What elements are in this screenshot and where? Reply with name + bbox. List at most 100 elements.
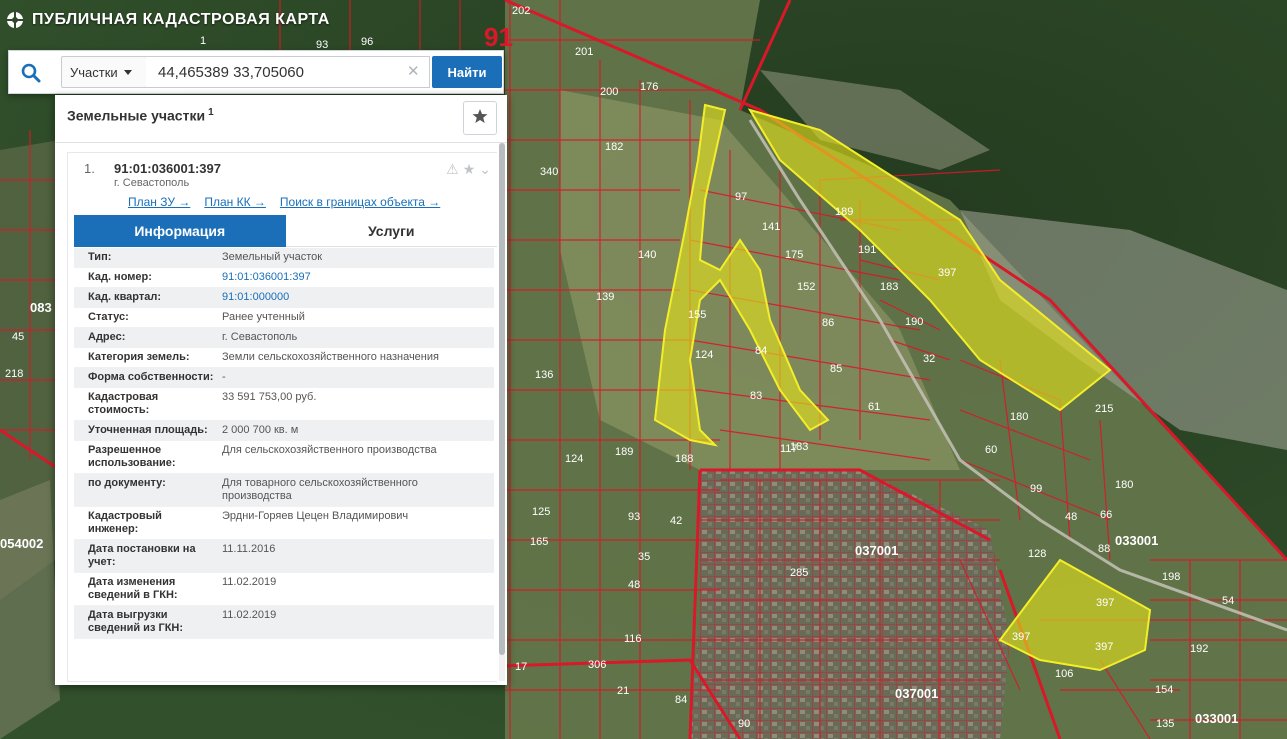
result-item-index: 1. (84, 161, 95, 176)
search-input[interactable] (146, 56, 430, 88)
plot-number-label: 188 (675, 453, 693, 465)
attr-value: Эрдни-Горяев Цецен Владимирович (222, 510, 409, 522)
attr-row-by-document: по документу: Для товарного сельскохозяйс… (74, 474, 494, 507)
plot-number-label: 200 (600, 86, 618, 98)
search-type-select[interactable]: Участки (61, 56, 147, 88)
attr-row-type: Тип: Земельный участок (74, 248, 494, 268)
plot-number-label: 124 (695, 349, 713, 361)
attr-row-ownership: Форма собственности: - (74, 368, 494, 388)
bottom-left-field (0, 480, 60, 739)
favorites-button[interactable] (463, 101, 497, 135)
panel-scrollbar-thumb[interactable] (499, 143, 505, 655)
plot-number-label: 190 (905, 316, 923, 328)
plot-number-label: 192 (1190, 643, 1208, 655)
plot-number-label: 340 (540, 166, 558, 178)
quarter-label: 033001 (1195, 711, 1238, 726)
plot-number-label: 155 (688, 309, 706, 321)
attr-label: Категория земель: (88, 351, 190, 363)
attr-value: 11.02.2019 (222, 576, 277, 588)
plot-number-label: 88 (1098, 543, 1110, 555)
plot-number-label: 35 (638, 551, 650, 563)
plot-number-label: 124 (565, 453, 583, 465)
plot-number-label: 116 (624, 633, 642, 645)
plan-kk-link[interactable]: План КК → (204, 195, 266, 209)
attr-label: Кад. номер: (88, 271, 152, 283)
attr-label: по документу: (88, 477, 166, 489)
quarter-label: 037001 (855, 543, 898, 558)
result-links: План ЗУ → План КК → Поиск в границах объ… (128, 195, 440, 209)
attr-label: Статус: (88, 311, 129, 323)
plot-number-label: 180 (1115, 479, 1133, 491)
attr-row-export-date: Дата выгрузки сведений из ГКН: 11.02.2019 (74, 606, 494, 639)
plot-number-label: 48 (1065, 511, 1077, 523)
result-item-actions: ⚠ ★ ⌄ (446, 161, 491, 178)
plot-number-label: 61 (868, 401, 880, 413)
plot-number-label: 86 (822, 317, 834, 329)
plot-number-label: 139 (596, 291, 614, 303)
chevron-down-icon[interactable]: ⌄ (479, 161, 491, 178)
search-in-bounds-link[interactable]: Поиск в границах объекта → (280, 195, 440, 209)
attr-value: 2 000 700 кв. м (222, 424, 299, 436)
plot-number-label: 176 (640, 81, 658, 93)
attr-label: Кадастровая стоимость: (88, 391, 159, 416)
attr-row-cad-number: Кад. номер: 91:01:036001:397 (74, 268, 494, 288)
plot-number-label: 128 (1028, 548, 1046, 560)
quarter-label: 054002 (0, 536, 43, 551)
clear-icon[interactable]: ✕ (407, 63, 420, 81)
plot-number-label: 202 (512, 5, 530, 17)
attr-row-address: Адрес: г. Севастополь (74, 328, 494, 348)
plot-number-label: 1 (200, 35, 206, 47)
attr-label: Уточненная площадь: (88, 424, 208, 436)
result-panel: Земельные участки 1 1. 91:01:036001:397 г… (55, 95, 507, 685)
attr-label: Кадастровый инженер: (88, 510, 162, 535)
attr-label: Дата постановки на учет: (88, 543, 196, 568)
attr-row-permitted-use: Разрешенное использование: Для сельскохоз… (74, 441, 494, 474)
attr-label: Кад. квартал: (88, 291, 162, 303)
plan-zu-link[interactable]: План ЗУ → (128, 195, 190, 209)
plot-number-label: 84 (755, 345, 767, 357)
plot-number-label: 218 (5, 368, 23, 380)
result-cad-number[interactable]: 91:01:036001:397 (114, 161, 221, 176)
tab-information[interactable]: Информация (74, 215, 286, 247)
attribute-table: Тип: Земельный участок Кад. номер: 91:01:0… (74, 248, 494, 680)
plot-number-label: 182 (605, 141, 623, 153)
result-city: г. Севастополь (114, 177, 190, 189)
warning-icon[interactable]: ⚠ (446, 161, 459, 178)
chevron-down-icon (123, 69, 132, 75)
result-panel-header: Земельные участки 1 (55, 95, 507, 143)
plot-number-label: 141 (762, 221, 780, 233)
result-panel-title: Земельные участки 1 (67, 107, 214, 124)
plot-number-label: 84 (675, 694, 687, 706)
plot-number-label: 54 (1222, 595, 1234, 607)
attr-label: Форма собственности: (88, 371, 214, 383)
plot-number-label: 48 (628, 579, 640, 591)
attr-value[interactable]: 91:01:036001:397 (218, 268, 494, 287)
result-item[interactable]: 1. 91:01:036001:397 г. Севастополь ⚠ ★ ⌄… (67, 152, 497, 682)
attr-label: Тип: (88, 251, 112, 263)
result-tabs: Информация Услуги (74, 215, 497, 247)
panel-scrollbar[interactable] (499, 143, 505, 681)
plot-number-label: 183 (880, 281, 898, 293)
plot-number-label: 285 (790, 567, 808, 579)
quarter-label: 037001 (895, 686, 938, 701)
attr-value[interactable]: 91:01:000000 (218, 288, 494, 307)
plot-number-label: 97 (735, 191, 747, 203)
plot-number-label: 397 (938, 267, 956, 279)
find-button[interactable]: Найти (432, 56, 502, 88)
plot-number-label: 175 (785, 249, 803, 261)
search-icon[interactable] (17, 59, 45, 87)
search-type-label: Участки (70, 64, 118, 80)
star-icon[interactable]: ★ (463, 161, 476, 178)
plot-number-label: 189 (835, 206, 853, 218)
plot-number-label: 60 (985, 444, 997, 456)
plot-number-label: 152 (797, 281, 815, 293)
plot-number-label: 45 (12, 331, 24, 343)
plot-number-label: 83 (750, 390, 762, 402)
plot-number-label: 21 (617, 685, 629, 697)
plot-number-label: 140 (638, 249, 656, 261)
tab-services[interactable]: Услуги (285, 215, 497, 247)
plot-number-label: 397 (1096, 597, 1114, 609)
plot-number-label: 93 (628, 511, 640, 523)
quarter-label: 033001 (1115, 533, 1158, 548)
plot-number-label: 191 (858, 244, 876, 256)
